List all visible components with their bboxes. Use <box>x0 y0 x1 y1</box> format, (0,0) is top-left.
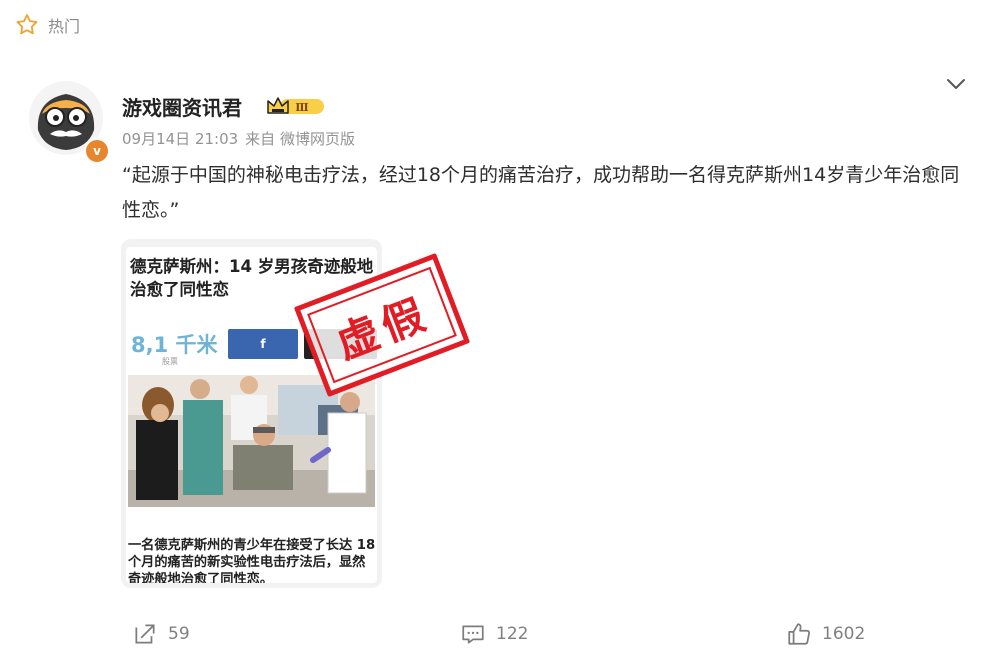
comment-icon <box>462 625 484 644</box>
hot-label: 热门 <box>48 17 81 36</box>
post-date[interactable]: 09月14日 21:03 <box>122 128 238 149</box>
post-meta: 09月14日 21:03 来自 微博网页版 <box>122 128 355 149</box>
post-source: 来自 微博网页版 <box>245 130 355 148</box>
svg-text:Ⅲ: Ⅲ <box>295 101 308 114</box>
share-count-graphic: 8,1 千米 <box>131 333 218 357</box>
facebook-share-graphic: f <box>228 329 298 359</box>
thumbs-up-icon <box>788 623 810 645</box>
vip-crown-icon[interactable]: Ⅲ <box>266 95 326 117</box>
chevron-down-icon[interactable] <box>944 72 968 96</box>
share-count-sub: 股票 <box>162 357 178 366</box>
share-button[interactable]: 59 <box>132 618 190 650</box>
share-icon <box>135 624 155 644</box>
hot-section-header: 热门 <box>14 10 80 40</box>
star-outline-icon <box>16 14 38 35</box>
comment-count: 122 <box>496 624 529 644</box>
verified-badge: v <box>84 138 110 164</box>
like-count: 1602 <box>822 624 866 644</box>
hospital-photo <box>128 375 375 507</box>
post-text: “起源于中国的神秘电击疗法，经过18个月的痛苦治疗，成功帮助一名得克萨斯州14岁… <box>122 164 960 221</box>
like-button[interactable]: 1602 <box>786 618 865 650</box>
comment-button[interactable]: 122 <box>460 618 528 650</box>
image-caption: 一名德克萨斯州的青少年在接受了长达 18 个月的痛苦的新实验性电击疗法后，显然奇… <box>128 538 376 583</box>
share-count: 59 <box>168 624 190 644</box>
author-name[interactable]: 游戏圈资讯君 <box>122 92 242 121</box>
